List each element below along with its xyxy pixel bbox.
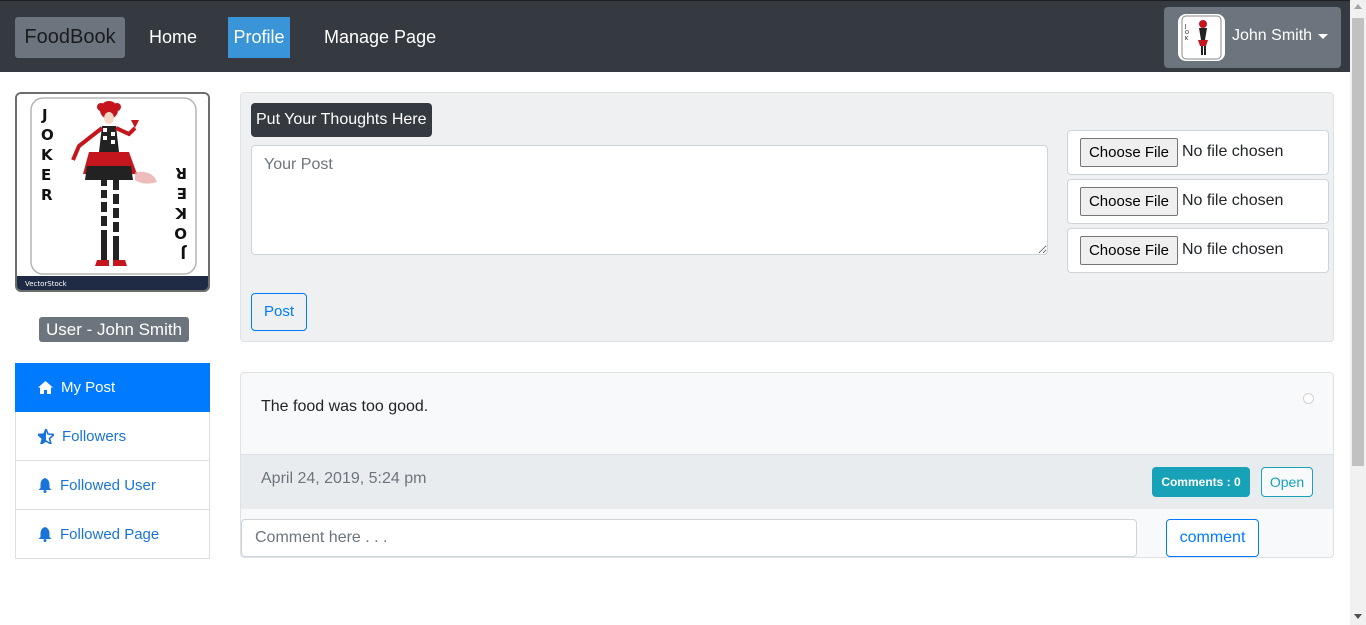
user-badge: User - John Smith [39, 317, 190, 342]
file-status: No file chosen [1182, 143, 1284, 160]
choose-file-button[interactable]: Choose File [1080, 138, 1178, 167]
post-text: The food was too good. [261, 398, 429, 415]
bell-icon [38, 477, 52, 493]
sidebar-item-my-post[interactable]: My Post [15, 363, 210, 412]
post-date: April 24, 2019, 5:24 pm [261, 470, 427, 487]
vectorstock-watermark: VectorStock [25, 280, 68, 288]
chevron-down-icon [1318, 34, 1328, 39]
post-textarea[interactable] [251, 145, 1048, 255]
comment-input[interactable] [241, 519, 1137, 557]
svg-text:E: E [41, 166, 51, 184]
sidebar-item-followed-user[interactable]: Followed User [15, 461, 210, 510]
svg-text:R: R [41, 186, 53, 204]
comments-count-badge[interactable]: Comments : 0 [1152, 467, 1250, 497]
scroll-down-arrow-icon[interactable] [1354, 614, 1362, 619]
svg-text:R: R [175, 164, 187, 182]
choose-file-button[interactable]: Choose File [1080, 187, 1178, 216]
sidebar-item-label: Followed Page [60, 525, 160, 543]
home-icon [38, 381, 53, 394]
scrollbar-thumb[interactable] [1352, 18, 1364, 466]
sidebar-menu: My Post Followers Followed User Followed… [15, 363, 210, 559]
joker-card-image-icon: J O K E R J O K E R VectorStock [17, 94, 208, 290]
file-input-2[interactable]: Choose File No file chosen [1067, 179, 1329, 224]
svg-text:O: O [41, 126, 54, 144]
composer-label: Put Your Thoughts Here [251, 103, 432, 137]
page-scrollbar[interactable] [1350, 0, 1366, 625]
svg-text:J: J [41, 106, 48, 124]
scroll-up-arrow-icon[interactable] [1354, 4, 1362, 9]
comment-submit-button[interactable]: comment [1166, 519, 1259, 557]
open-post-button[interactable]: Open [1261, 467, 1313, 497]
user-name: John Smith [1232, 27, 1313, 44]
nav-home-link[interactable]: Home [141, 17, 205, 58]
top-navbar: FoodBook Home Profile Manage Page J O K … [0, 0, 1350, 72]
choose-file-button[interactable]: Choose File [1080, 236, 1178, 265]
post-card: The food was too good. April 24, 2019, 5… [240, 372, 1334, 558]
post-composer: Put Your Thoughts Here Choose File No fi… [240, 92, 1334, 342]
nav-profile-link[interactable]: Profile [228, 17, 290, 58]
file-input-3[interactable]: Choose File No file chosen [1067, 228, 1329, 273]
svg-text:O: O [174, 224, 187, 242]
sidebar-item-label: Followed User [60, 476, 156, 494]
user-avatar: J O K [1178, 14, 1225, 61]
brand-logo[interactable]: FoodBook [15, 17, 125, 58]
star-half-icon [38, 428, 54, 444]
post-footer: April 24, 2019, 5:24 pm Comments : 0 Ope… [241, 454, 1333, 509]
svg-text:K: K [174, 204, 187, 222]
post-button[interactable]: Post [251, 293, 307, 331]
post-select-radio[interactable] [1303, 393, 1314, 404]
sidebar-item-label: Followers [62, 427, 127, 445]
svg-text:J: J [180, 244, 187, 262]
sidebar-item-followed-page[interactable]: Followed Page [15, 510, 210, 559]
file-status: No file chosen [1182, 192, 1284, 209]
nav-manage-page-link[interactable]: Manage Page [316, 17, 444, 58]
svg-text:K: K [41, 146, 54, 164]
sidebar-item-followers[interactable]: Followers [15, 412, 210, 461]
file-status: No file chosen [1182, 241, 1284, 258]
file-input-1[interactable]: Choose File No file chosen [1067, 130, 1329, 175]
bell-icon [38, 526, 52, 542]
profile-image: J O K E R J O K E R VectorStock [15, 92, 210, 292]
user-menu-dropdown[interactable]: J O K John Smith [1164, 7, 1341, 68]
joker-card-avatar-icon: J O K [1181, 15, 1222, 60]
sidebar-item-label: My Post [61, 379, 116, 396]
svg-text:E: E [177, 184, 187, 202]
